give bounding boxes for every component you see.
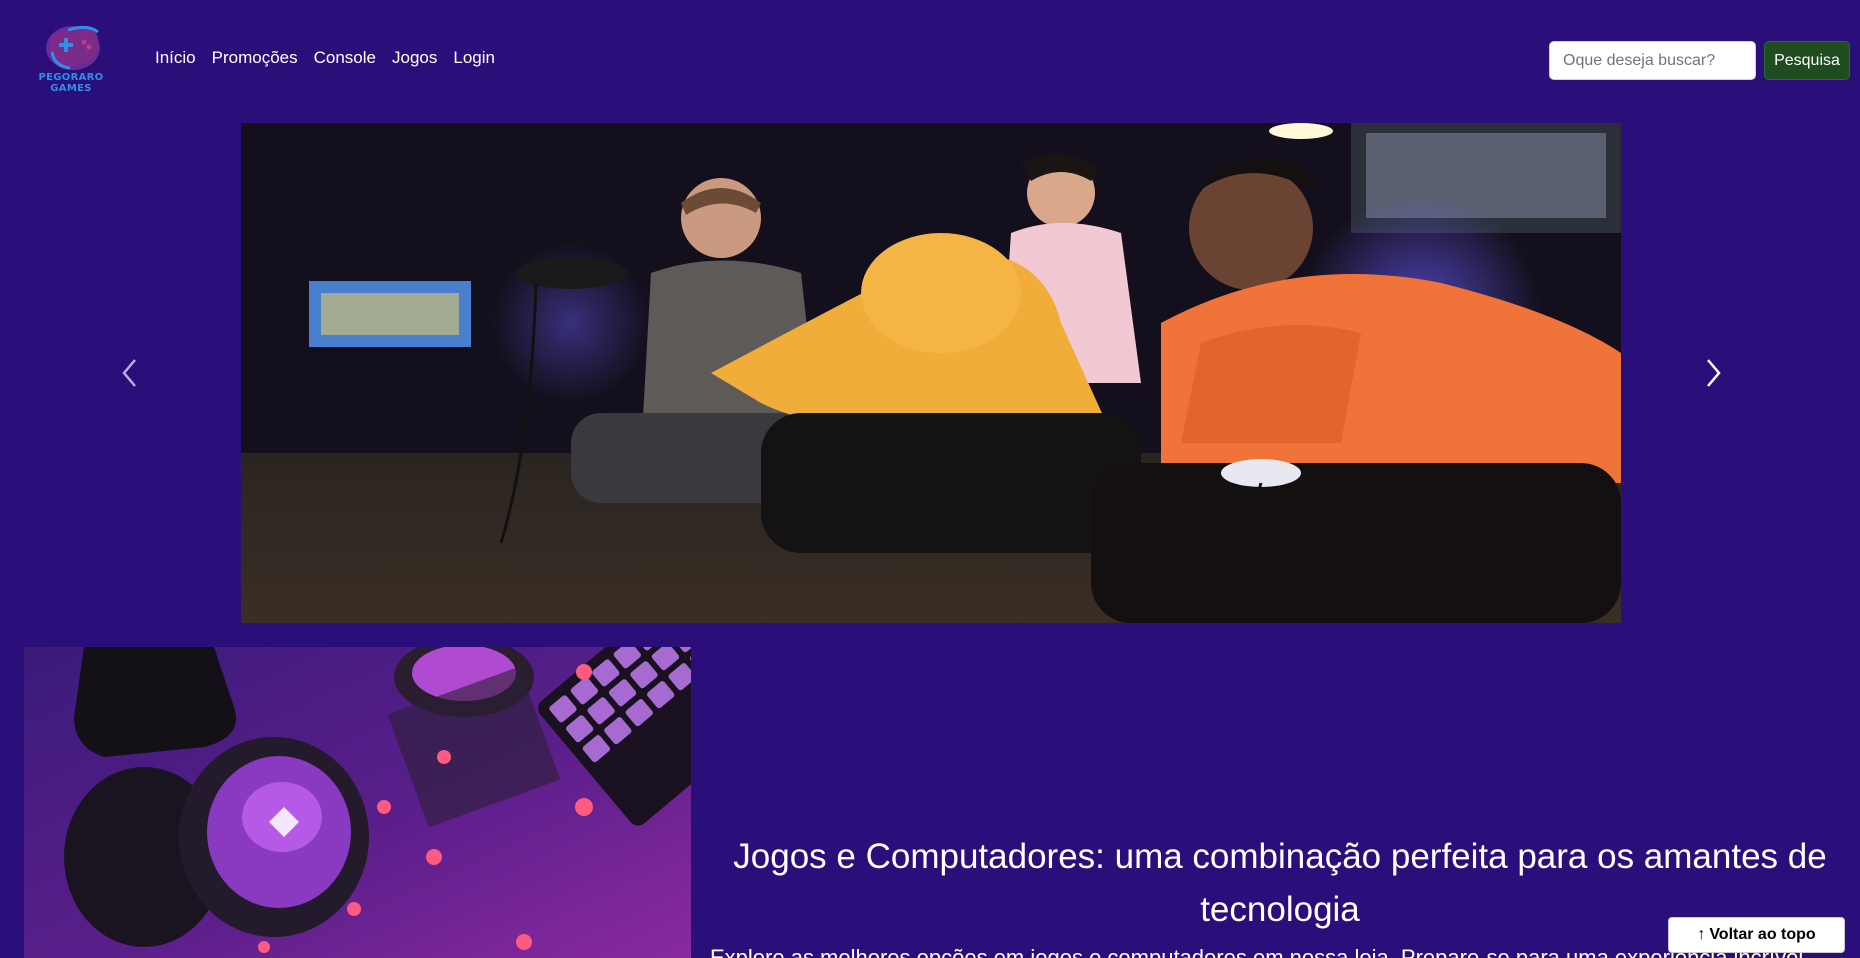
hero-carousel	[0, 123, 1860, 623]
brand-name: PEGORARO GAMES	[38, 72, 104, 94]
search-input[interactable]	[1549, 41, 1756, 80]
back-to-top-label: Voltar ao topo	[1709, 926, 1816, 943]
arrow-up-icon: ↑	[1697, 926, 1706, 943]
main-nav: Início Promoções Console Jogos Login	[155, 48, 495, 68]
gamepad-logo-icon	[46, 25, 100, 70]
navbar: PEGORARO GAMES Início Promoções Console …	[0, 0, 1860, 120]
nav-item-jogos[interactable]: Jogos	[392, 48, 437, 68]
carousel-slide-image	[241, 123, 1621, 623]
brand-logo[interactable]: PEGORARO GAMES	[18, 22, 124, 94]
nav-item-console[interactable]: Console	[314, 48, 376, 68]
carousel-prev-button[interactable]	[110, 353, 150, 393]
feature-image	[24, 647, 691, 958]
chevron-right-icon	[1707, 359, 1721, 387]
nav-item-login[interactable]: Login	[453, 48, 495, 68]
nav-item-promocoes[interactable]: Promoções	[212, 48, 298, 68]
search-button[interactable]: Pesquisa	[1764, 41, 1850, 80]
carousel-next-button[interactable]	[1693, 353, 1733, 393]
chevron-left-icon	[122, 359, 136, 387]
back-to-top-button[interactable]: ↑ Voltar ao topo	[1668, 917, 1845, 953]
nav-item-inicio[interactable]: Início	[155, 48, 196, 68]
